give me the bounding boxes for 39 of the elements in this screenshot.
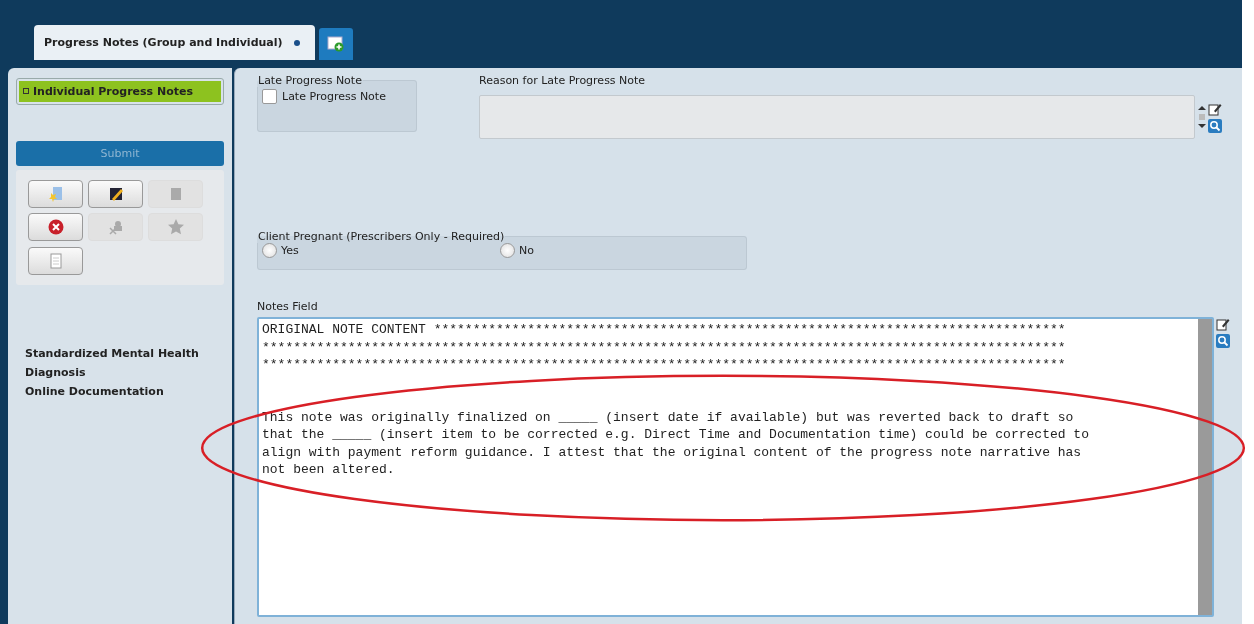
star-icon [166,218,185,237]
radio-label: No [519,244,534,257]
notes-field[interactable] [257,317,1214,617]
note-text-line: not been altered. [262,462,395,477]
radio-option[interactable]: No [500,243,738,258]
radio-option[interactable]: Yes [262,243,500,258]
radio-button[interactable] [262,243,277,258]
search-icon[interactable] [1216,334,1230,348]
note-text-line: ******************************************************************************************************* [262,339,1066,355]
edit-icon[interactable] [1216,317,1230,331]
group-label: Client Pregnant (Prescribers Only - Required) [257,230,506,243]
search-icon[interactable] [1208,118,1222,133]
radio-label: Yes [281,244,299,257]
scrollbar[interactable] [1198,319,1212,615]
late-note-checkbox[interactable]: Late Progress Note [262,89,408,104]
group-label: Late Progress Note [257,74,363,87]
note-text-line: ******************************************************************************************************* [262,357,1066,372]
field-label: Notes Field [257,300,318,313]
add-tab-icon [326,36,345,52]
bullet-icon [23,88,29,94]
edit-icon[interactable] [1208,101,1222,116]
sidebar-link[interactable]: Standardized Mental Health [25,347,224,360]
toolbar-button[interactable] [88,180,143,208]
checkbox-label: Late Progress Note [282,90,386,103]
note-text-line: that the _____ (insert item to be corrected e.g. Direct Time and Documentation time) could be corrected to [262,427,1089,442]
new-tab-button[interactable] [318,28,353,60]
field-label: Reason for Late Progress Note [479,74,646,87]
scroll-arrows-icon [1198,105,1206,129]
radio-button[interactable] [500,243,515,258]
pin-icon [292,38,301,47]
note-text-line: align with payment reform guidance. I attest that the original content of the progress note narrative has [262,444,1082,460]
sidebar-link[interactable]: Diagnosis [25,366,224,379]
note-text-line: ORIGINAL NOTE CONTENT ********************************************************************************* [262,322,1066,337]
form-selector[interactable]: Individual Progress Notes [19,81,221,102]
delete-icon [46,218,65,237]
reason-field[interactable] [479,95,1195,139]
tab[interactable]: Progress Notes (Group and Individual) [34,25,315,60]
checkbox[interactable] [262,89,277,104]
sidebar-link[interactable]: Online Documentation [25,385,224,398]
